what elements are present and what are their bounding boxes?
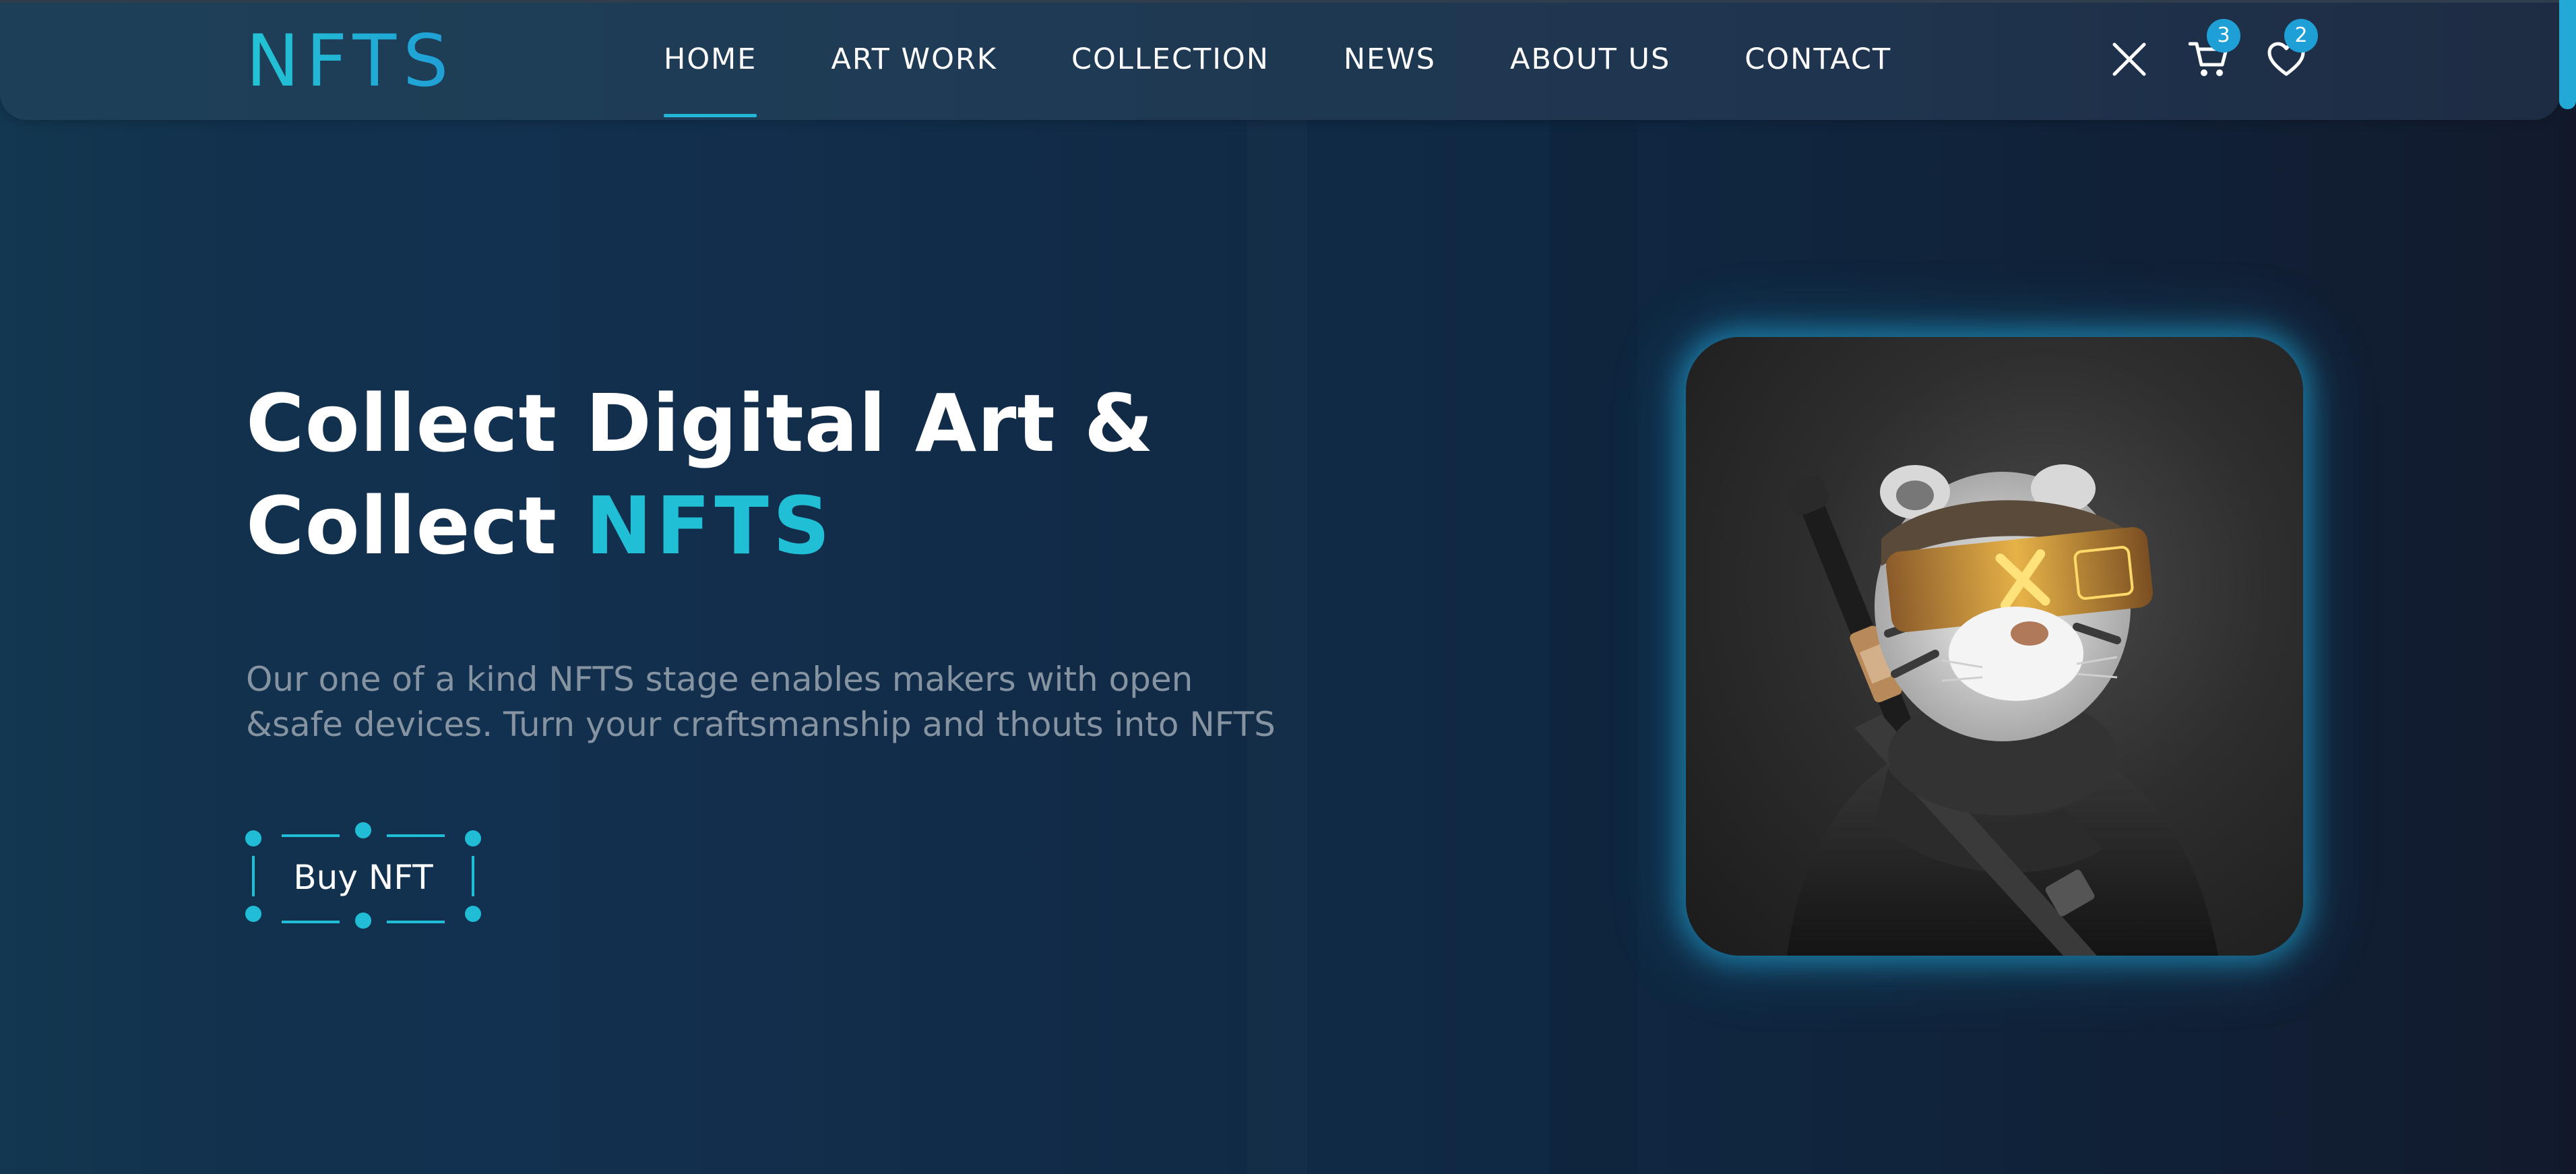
nav-item-contact[interactable]: CONTACT: [1745, 39, 1891, 80]
close-icon: [2112, 42, 2146, 76]
button-frame-dot: [245, 830, 261, 846]
hero-title: Collect Digital Art & Collect NFTS: [246, 372, 1154, 577]
tiger-artwork-illustration: [1786, 464, 2218, 956]
button-frame-line: [282, 921, 340, 923]
scrollbar-track[interactable]: [2559, 109, 2576, 1174]
background-band: [1247, 0, 1307, 1174]
background-band: [1550, 0, 1637, 1174]
button-frame-dot: [465, 906, 481, 922]
button-frame-line: [387, 834, 445, 837]
button-frame-dot: [245, 906, 261, 922]
nav-item-art-work[interactable]: ART WORK: [831, 39, 997, 80]
wishlist-button[interactable]: 2: [2263, 19, 2318, 86]
nav-item-collection[interactable]: COLLECTION: [1071, 39, 1269, 80]
site-logo[interactable]: NFTS: [246, 24, 455, 98]
page: NFTS HOME ART WORK COLLECTION NEWS ABOUT…: [0, 0, 2576, 1174]
browser-edge: [0, 0, 2576, 3]
scrollbar-thumb[interactable]: [2559, 0, 2576, 109]
site-header: NFTS HOME ART WORK COLLECTION NEWS ABOUT…: [0, 0, 2561, 120]
nft-artwork-image[interactable]: [1686, 337, 2303, 956]
button-frame-line: [387, 921, 445, 923]
button-frame-dot: [465, 830, 481, 846]
button-frame-dot: [355, 913, 371, 929]
hero-title-accent: NFTS: [586, 479, 834, 572]
nav-item-about-us[interactable]: ABOUT US: [1510, 39, 1670, 80]
nav-item-news[interactable]: NEWS: [1344, 39, 1436, 80]
cart-button[interactable]: 3: [2185, 19, 2240, 86]
hero-description: Our one of a kind NFTS stage enables mak…: [246, 657, 1324, 747]
cart-count-badge: 3: [2207, 19, 2240, 53]
close-button[interactable]: [2106, 32, 2153, 86]
hero-description-line1: Our one of a kind NFTS stage enables mak…: [246, 660, 1193, 699]
hero-description-line2: &safe devices. Turn your craftsmanship a…: [246, 705, 1276, 744]
button-frame-dot: [355, 822, 371, 838]
main-nav: HOME ART WORK COLLECTION NEWS ABOUT US C…: [664, 39, 1891, 117]
hero-title-line1: Collect Digital Art &: [246, 377, 1154, 470]
buy-nft-label: Buy NFT: [293, 858, 433, 897]
nav-item-home[interactable]: HOME: [664, 39, 757, 117]
buy-nft-button[interactable]: Buy NFT: [245, 822, 481, 930]
hero-title-line2-prefix: Collect: [246, 479, 586, 572]
wishlist-count-badge: 2: [2284, 19, 2318, 53]
background-band: [0, 0, 229, 1174]
button-frame-line: [282, 834, 340, 837]
